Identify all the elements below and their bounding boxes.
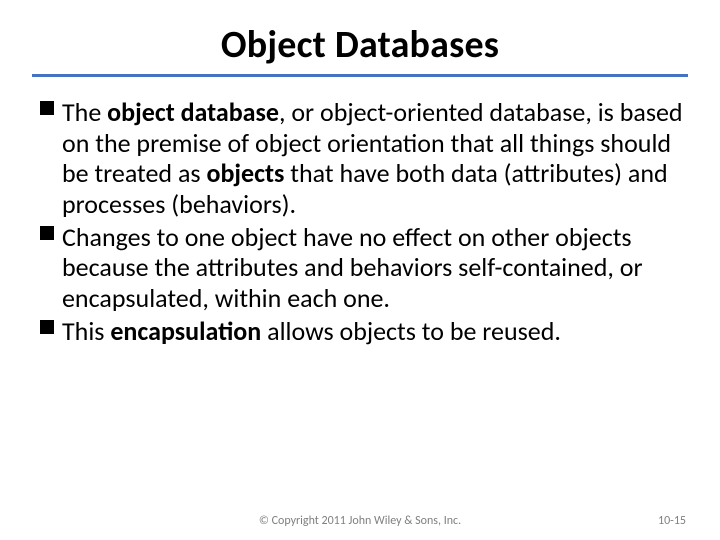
- list-item: The object database, or object-oriented …: [40, 97, 684, 220]
- square-bullet-icon: [40, 226, 54, 240]
- list-item: Changes to one object have no effect on …: [40, 222, 684, 314]
- page-number: 10-15: [658, 514, 686, 528]
- list-item-text: The object database, or object-oriented …: [62, 96, 683, 220]
- list-item: This encapsulation allows objects to be …: [40, 316, 684, 347]
- title-rule: [32, 74, 688, 77]
- list-item-text: Changes to one object have no effect on …: [62, 221, 643, 314]
- list-item-text: This encapsulation allows objects to be …: [62, 315, 561, 347]
- slide-title: Object Databases: [32, 22, 688, 74]
- copyright-text: © Copyright 2011 John Wiley & Sons, Inc.: [259, 514, 461, 528]
- square-bullet-icon: [40, 320, 54, 334]
- content-area: The object database, or object-oriented …: [32, 97, 688, 346]
- slide: Object Databases The object database, or…: [0, 0, 720, 540]
- square-bullet-icon: [40, 101, 54, 115]
